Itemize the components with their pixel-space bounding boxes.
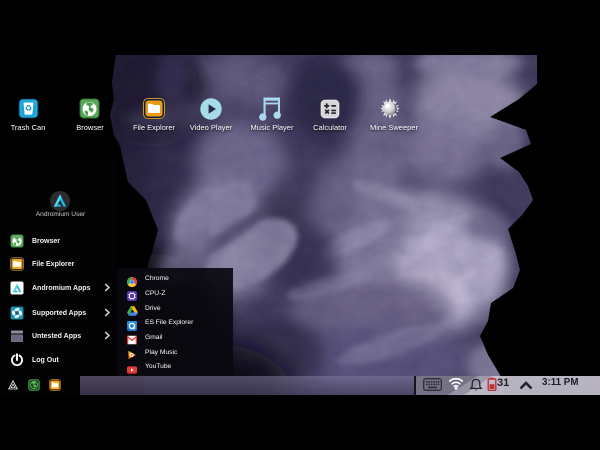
svg-text:♻: ♻ <box>25 103 33 113</box>
